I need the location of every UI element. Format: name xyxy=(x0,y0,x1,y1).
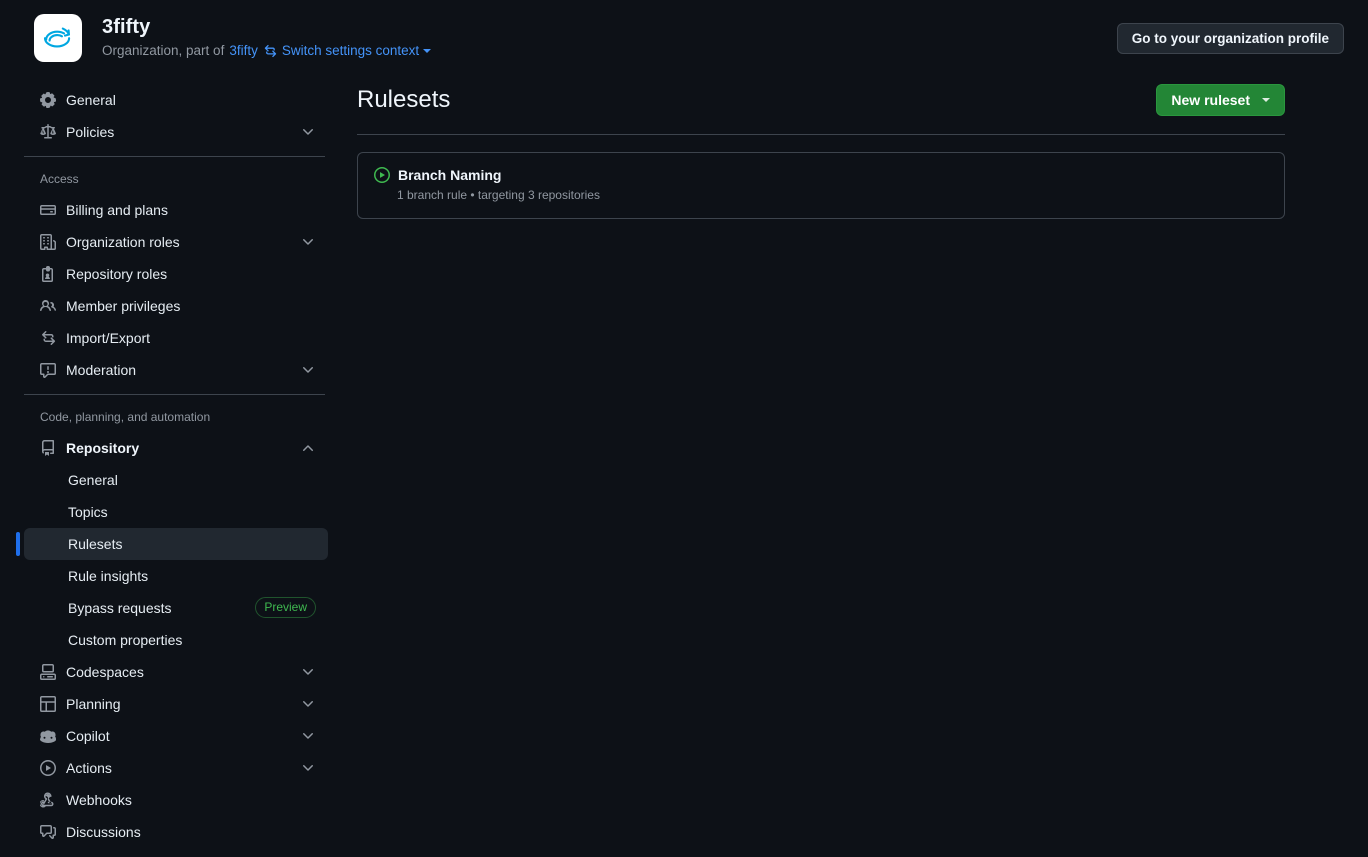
sidebar-item-repository-roles-label: Repository roles xyxy=(66,265,168,282)
page-header: 3fifty Organization, part of 3fifty Swit… xyxy=(0,0,1368,76)
sidebar-item-planning[interactable]: Planning xyxy=(24,688,328,720)
sidebar-subitem-bypass-requests[interactable]: Bypass requests Preview xyxy=(24,592,328,624)
new-ruleset-button[interactable]: New ruleset xyxy=(1156,84,1285,116)
sidebar-subitem-bypass-requests-label: Bypass requests xyxy=(68,599,172,616)
sidebar-item-repository[interactable]: Repository xyxy=(24,432,328,464)
sidebar-item-repository-roles[interactable]: Repository roles xyxy=(24,258,328,290)
comment-discussion-icon xyxy=(40,824,56,840)
sidebar-item-webhooks[interactable]: Webhooks xyxy=(24,784,328,816)
credit-card-icon xyxy=(40,202,56,218)
chevron-down-icon xyxy=(300,696,316,712)
sidebar-item-general[interactable]: General xyxy=(24,84,328,116)
settings-sidebar: General Policies Access Billing and plan… xyxy=(16,84,328,857)
chevron-down-icon xyxy=(1262,98,1270,102)
sidebar-item-member-privileges[interactable]: Member privileges xyxy=(24,290,328,322)
sidebar-item-codespaces-label: Codespaces xyxy=(66,663,144,680)
sidebar-item-discussions-label: Discussions xyxy=(66,823,141,840)
sidebar-subitem-topics-label: Topics xyxy=(68,503,108,520)
repo-icon xyxy=(40,439,56,456)
switch-settings-context-button[interactable]: Switch settings context xyxy=(281,42,432,61)
main-header: Rulesets New ruleset xyxy=(357,84,1285,134)
active-play-circle-icon xyxy=(374,167,390,183)
sidebar-item-moderation-label: Moderation xyxy=(66,361,137,378)
sidebar-item-codespaces[interactable]: Codespaces xyxy=(24,656,328,688)
sidebar-section-access-label: Access xyxy=(40,172,79,186)
sidebar-subitem-rule-insights[interactable]: Rule insights xyxy=(24,560,328,592)
org-meta: 3fifty Organization, part of 3fifty Swit… xyxy=(102,15,432,61)
chevron-down-icon xyxy=(300,728,316,744)
sidebar-item-actions[interactable]: Actions xyxy=(24,752,328,784)
sidebar-subitem-rulesets-label: Rulesets xyxy=(68,535,123,552)
law-icon xyxy=(40,124,56,140)
sidebar-divider-2 xyxy=(24,393,325,395)
sidebar-item-copilot[interactable]: Copilot xyxy=(24,720,328,752)
project-icon xyxy=(40,695,56,712)
sidebar-item-webhooks-label: Webhooks xyxy=(66,791,132,808)
go-to-org-profile-button[interactable]: Go to your organization profile xyxy=(1116,22,1344,54)
sidebar-item-copilot-label: Copilot xyxy=(66,727,110,744)
sidebar-item-planning-label: Planning xyxy=(66,695,121,712)
sidebar-item-policies-label: Policies xyxy=(66,124,115,140)
chevron-down-icon xyxy=(300,124,316,140)
sidebar-item-policies[interactable]: Policies xyxy=(24,116,328,148)
org-avatar xyxy=(34,14,82,62)
sidebar-item-repository-label: Repository xyxy=(66,439,140,456)
arrow-switch-icon xyxy=(263,44,277,58)
report-icon xyxy=(40,362,56,378)
chevron-up-icon xyxy=(300,440,316,456)
sidebar-subitem-rule-insights-label: Rule insights xyxy=(68,567,149,584)
preview-badge: Preview xyxy=(255,596,316,619)
sidebar-item-organization-roles[interactable]: Organization roles xyxy=(24,226,328,258)
main-content: Rulesets New ruleset Branch Naming 1 bra… xyxy=(357,84,1285,219)
sidebar-subitem-rulesets[interactable]: Rulesets xyxy=(16,527,328,560)
copilot-icon xyxy=(40,728,56,744)
sidebar-item-actions-label: Actions xyxy=(66,759,112,776)
sidebar-item-import-export-label: Import/Export xyxy=(66,329,151,346)
parent-org-link[interactable]: 3fifty xyxy=(229,42,258,61)
sidebar-subitem-general[interactable]: General xyxy=(24,464,328,496)
org-subtitle: Organization, part of 3fifty Switch sett… xyxy=(102,42,432,61)
sidebar-item-billing-and-plans-label: Billing and plans xyxy=(66,201,168,218)
sidebar-item-import-export[interactable]: Import/Export xyxy=(24,322,328,354)
org-name: 3fifty xyxy=(102,16,151,39)
sidebar-subitem-custom-properties-label: Custom properties xyxy=(68,631,183,648)
chevron-down-icon xyxy=(300,664,316,680)
page-title: Rulesets xyxy=(357,86,451,114)
settings-page: 3fifty Organization, part of 3fifty Swit… xyxy=(0,0,1368,857)
ruleset-name-link[interactable]: Branch Naming xyxy=(398,167,501,183)
sidebar-subitem-general-label: General xyxy=(68,471,118,488)
sidebar-item-member-privileges-label: Member privileges xyxy=(66,297,181,314)
sidebar-subitem-custom-properties[interactable]: Custom properties xyxy=(24,624,328,656)
ruleset-card[interactable]: Branch Naming 1 branch rule • targeting … xyxy=(357,152,1285,219)
organization-icon xyxy=(40,233,56,250)
chevron-down-icon xyxy=(300,234,316,250)
new-ruleset-label: New ruleset xyxy=(1171,92,1250,108)
arrow-switch-icon xyxy=(40,330,56,346)
id-badge-icon xyxy=(40,265,56,282)
chevron-down-icon xyxy=(300,362,316,378)
sidebar-item-organization-roles-label: Organization roles xyxy=(66,233,180,250)
play-icon xyxy=(40,759,56,776)
switch-settings-context-label: Switch settings context xyxy=(281,43,420,59)
sidebar-item-billing-and-plans[interactable]: Billing and plans xyxy=(24,194,328,226)
people-icon xyxy=(40,298,56,314)
chevron-down-icon xyxy=(423,49,432,54)
sidebar-item-moderation[interactable]: Moderation xyxy=(24,354,328,386)
ruleset-detail: 1 branch rule • targeting 3 repositories xyxy=(397,188,600,202)
sidebar-section-code-label: Code, planning, and automation xyxy=(40,409,211,424)
gear-icon xyxy=(40,92,56,108)
codespaces-icon xyxy=(40,663,56,680)
webhook-icon xyxy=(40,792,56,808)
sidebar-divider-1 xyxy=(24,156,325,157)
ruleset-card-title-row: Branch Naming xyxy=(374,167,1268,183)
sidebar-item-general-label: General xyxy=(66,92,116,108)
chevron-down-icon xyxy=(300,760,316,776)
org-subtitle-prefix: Organization, part of xyxy=(102,43,225,59)
sidebar-subitem-topics[interactable]: Topics xyxy=(24,496,328,528)
main-divider xyxy=(357,134,1285,135)
sidebar-item-discussions[interactable]: Discussions xyxy=(24,816,328,848)
